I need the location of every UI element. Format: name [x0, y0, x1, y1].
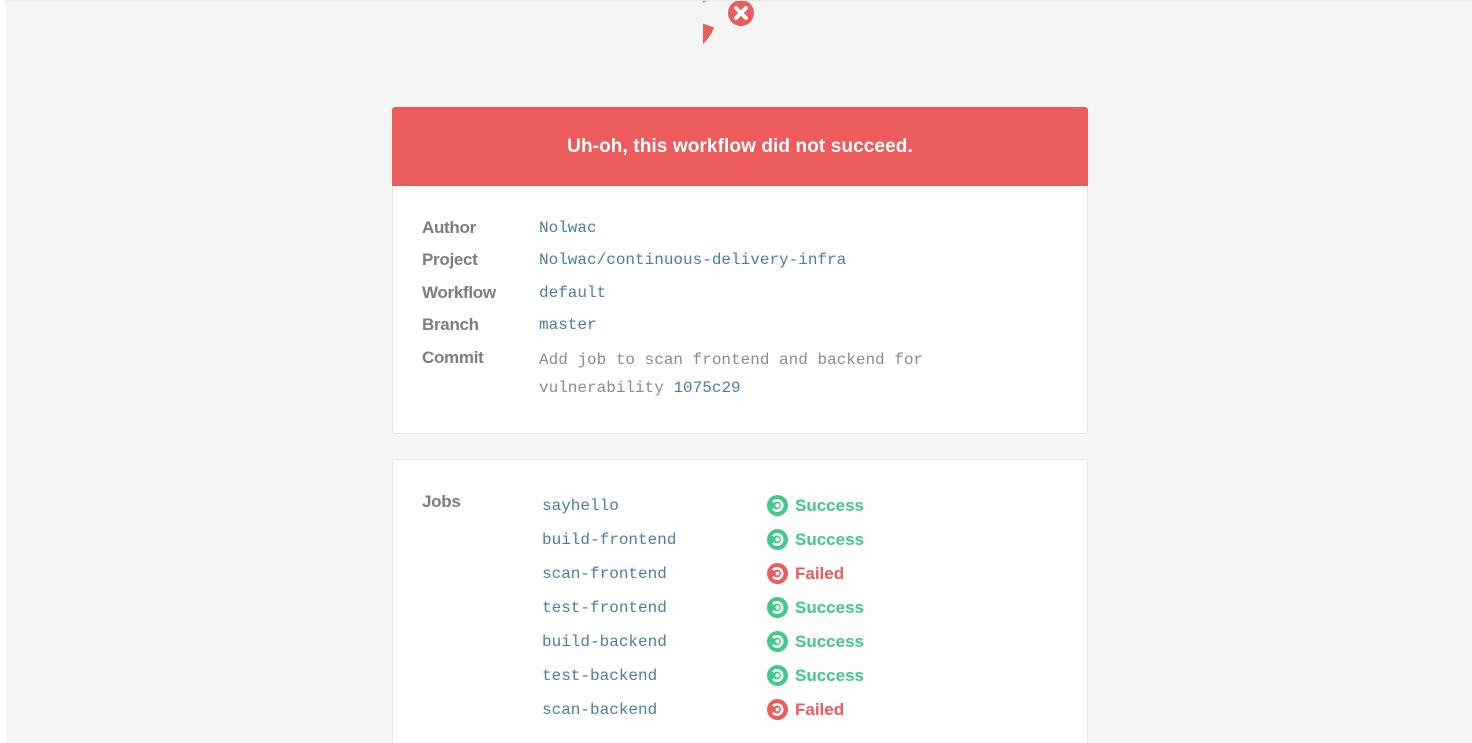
failure-message: Uh-oh, this workflow did not succeed. [567, 135, 913, 157]
jobs-label: Jobs [422, 492, 461, 511]
job-status: Failed [767, 563, 844, 584]
branch-label: Branch [422, 315, 479, 334]
failure-banner: Uh-oh, this workflow did not succeed. [392, 107, 1088, 186]
job-status-text: Failed [795, 563, 845, 583]
job-status: Failed [767, 699, 844, 720]
job-name-link[interactable]: test-frontend [542, 599, 667, 617]
job-status: Success [767, 597, 864, 618]
workflow-link[interactable]: default [539, 284, 606, 302]
success-icon [767, 665, 795, 686]
job-status-text: Success [795, 597, 864, 617]
job-status-text: Success [795, 495, 864, 515]
success-icon [767, 529, 795, 550]
circleci-failed-icon [703, 1, 754, 44]
project-link[interactable]: Nolwac/continuous-delivery-infra [539, 251, 846, 269]
project-label: Project [422, 250, 478, 269]
job-status-text: Failed [795, 699, 845, 719]
job-name-link[interactable]: scan-frontend [542, 565, 667, 583]
success-icon [767, 631, 795, 652]
job-name-link[interactable]: scan-backend [542, 701, 657, 719]
success-icon [767, 597, 795, 618]
failed-icon [767, 563, 795, 584]
job-status-text: Success [795, 529, 864, 549]
failed-icon [767, 699, 795, 720]
job-status: Success [767, 665, 864, 686]
author-label: Author [422, 218, 476, 237]
commit-label: Commit [422, 348, 484, 367]
job-name-link[interactable]: build-backend [542, 633, 667, 651]
commit-info: Add job to scan frontend and backend for… [539, 346, 923, 402]
job-status: Success [767, 495, 864, 516]
job-name-link[interactable]: sayhello [542, 497, 619, 515]
job-status-text: Success [795, 665, 864, 685]
job-name-link[interactable]: build-frontend [542, 531, 676, 549]
commit-hash-link[interactable]: 1075c29 [673, 379, 740, 397]
job-status: Success [767, 631, 864, 652]
commit-message-end: vulnerability [539, 379, 664, 397]
job-name-link[interactable]: test-backend [542, 667, 657, 685]
job-status-text: Success [795, 631, 864, 651]
workflow-label: Workflow [422, 283, 496, 302]
branch-link[interactable]: master [539, 316, 597, 334]
commit-message-line1: Add job to scan frontend and backend for [539, 351, 924, 369]
jobs-card: Jobs sayhello Success build-frontend Succes… [392, 459, 1088, 743]
commit-message-line2: vulnerability 1075c29 [539, 374, 923, 402]
email-page: Uh-oh, this workflow did not succeed. Au… [6, 0, 1472, 743]
author-link[interactable]: Nolwac [539, 219, 597, 237]
workflow-summary-card: Uh-oh, this workflow did not succeed. Au… [392, 107, 1088, 434]
job-status: Success [767, 529, 864, 550]
success-icon [767, 495, 795, 516]
